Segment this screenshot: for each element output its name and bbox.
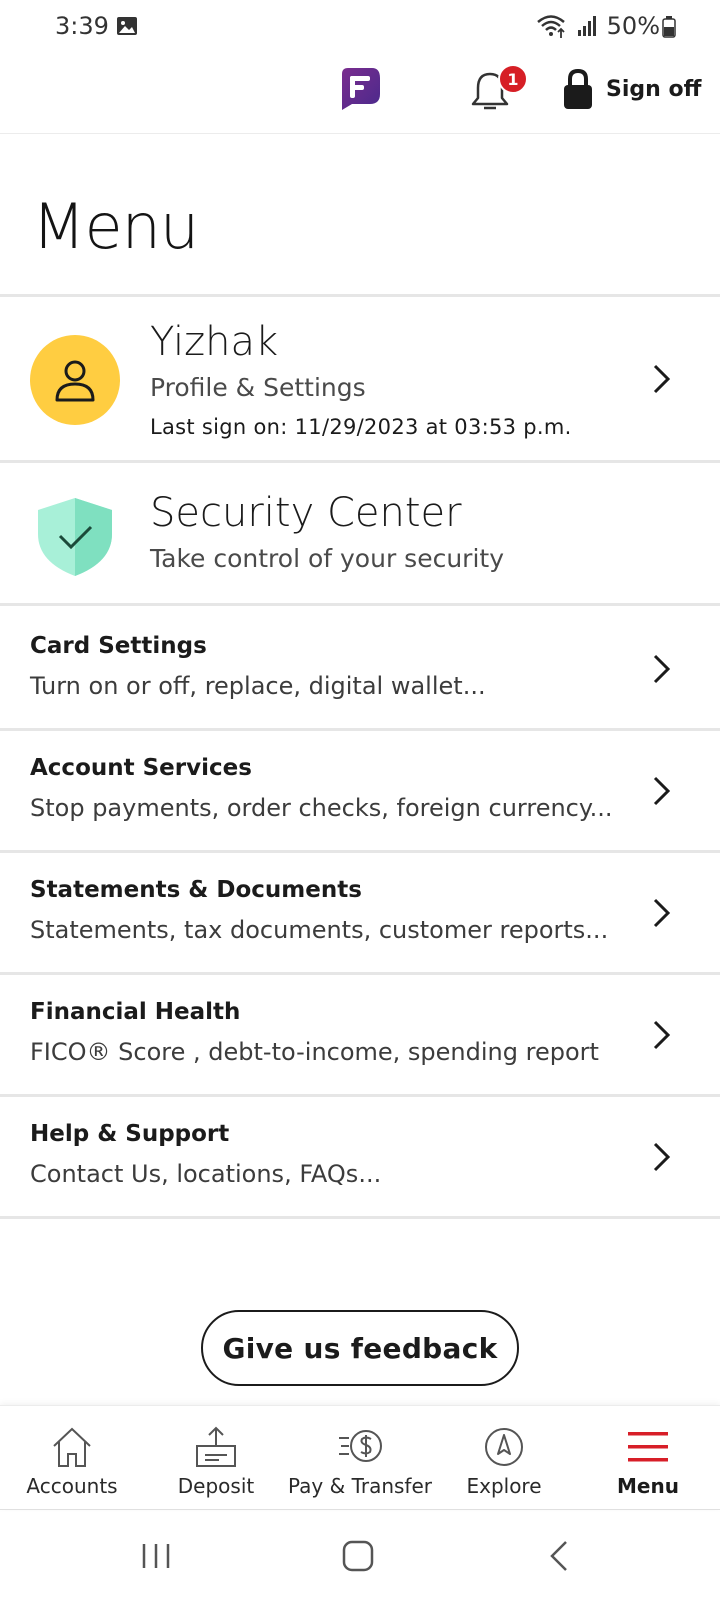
bottom-nav: Accounts Deposit Pay & Transfer Explore … [0, 1405, 720, 1510]
pay-transfer-icon [339, 1430, 382, 1462]
app-header: 1 Sign off [0, 52, 720, 134]
menu-item-account-services[interactable]: Account Services Stop payments, order ch… [0, 731, 720, 853]
battery-icon [662, 16, 676, 38]
nav-label: Menu [617, 1474, 679, 1498]
menu-item-subtitle: Turn on or off, replace, digital wallet.… [30, 672, 486, 700]
chevron-right-icon [653, 898, 671, 928]
last-sign-on: Last sign on: 11/29/2023 at 03:53 p.m. [150, 415, 572, 439]
lock-icon [564, 68, 592, 109]
menu-item-card-settings[interactable]: Card Settings Turn on or off, replace, d… [0, 609, 720, 731]
menu-item-subtitle: Statements, tax documents, customer repo… [30, 916, 609, 944]
page-title: Menu [32, 190, 199, 263]
give-feedback-button[interactable]: Give us feedback [201, 1310, 519, 1386]
compass-icon [485, 1428, 523, 1466]
hamburger-menu-icon [628, 1432, 668, 1462]
profile-settings-row[interactable]: Yizhak Profile & Settings Last sign on: … [0, 297, 720, 463]
security-subtitle: Take control of your security [150, 544, 504, 573]
sign-off-button[interactable]: Sign off [562, 66, 701, 112]
status-right: 50% [535, 12, 660, 40]
profile-subtitle: Profile & Settings [150, 373, 366, 402]
recent-apps-icon[interactable] [132, 1536, 180, 1576]
nav-pay-transfer[interactable]: Pay & Transfer [288, 1406, 432, 1511]
system-nav-bar [0, 1512, 720, 1600]
fargo-assistant-icon[interactable] [336, 64, 384, 112]
status-time: 3:39 [55, 12, 109, 40]
wifi-icon [536, 15, 565, 38]
security-center-row[interactable]: Security Center Take control of your sec… [0, 466, 720, 606]
image-icon [117, 17, 137, 35]
chevron-right-icon [653, 654, 671, 684]
nav-label: Deposit [177, 1474, 255, 1498]
chevron-right-icon [653, 1020, 671, 1050]
chevron-right-icon [653, 364, 671, 394]
menu-item-title: Account Services [30, 755, 252, 781]
notifications-button[interactable]: 1 [470, 62, 528, 118]
home-icon [53, 1427, 91, 1467]
nav-label: Pay & Transfer [288, 1474, 432, 1498]
nav-label: Accounts [26, 1474, 118, 1498]
chevron-right-icon [653, 1142, 671, 1172]
menu-item-subtitle: Stop payments, order checks, foreign cur… [30, 794, 613, 822]
nav-deposit[interactable]: Deposit [144, 1406, 288, 1511]
signal-icon [577, 16, 596, 36]
profile-name: Yizhak [150, 319, 279, 365]
security-title: Security Center [150, 490, 462, 536]
menu-item-financial-health[interactable]: Financial Health FICO® Score , debt-to-i… [0, 975, 720, 1097]
menu-item-statements-documents[interactable]: Statements & Documents Statements, tax d… [0, 853, 720, 975]
sign-off-label: Sign off [606, 76, 702, 102]
avatar [30, 335, 120, 425]
status-bar: 3:39 50% [0, 0, 720, 52]
user-icon [55, 360, 95, 402]
menu-item-title: Help & Support [30, 1121, 230, 1147]
menu-item-title: Statements & Documents [30, 877, 362, 903]
nav-explore[interactable]: Explore [432, 1406, 576, 1511]
menu-list: Card Settings Turn on or off, replace, d… [0, 609, 720, 1219]
menu-item-subtitle: FICO® Score , debt-to-income, spending r… [30, 1038, 599, 1066]
menu-item-title: Card Settings [30, 633, 207, 659]
shield-icon [38, 498, 112, 576]
chevron-right-icon [653, 776, 671, 806]
notification-badge: 1 [498, 64, 528, 94]
deposit-icon [196, 1426, 236, 1467]
back-icon[interactable] [536, 1536, 584, 1576]
menu-item-subtitle: Contact Us, locations, FAQs... [30, 1160, 382, 1188]
nav-label: Explore [466, 1474, 542, 1498]
menu-item-title: Financial Health [30, 999, 241, 1025]
nav-accounts[interactable]: Accounts [0, 1406, 144, 1511]
battery-percent: 50% [606, 12, 660, 40]
menu-item-help-support[interactable]: Help & Support Contact Us, locations, FA… [0, 1097, 720, 1219]
nav-menu[interactable]: Menu [576, 1406, 720, 1511]
home-button-icon[interactable] [334, 1536, 382, 1576]
